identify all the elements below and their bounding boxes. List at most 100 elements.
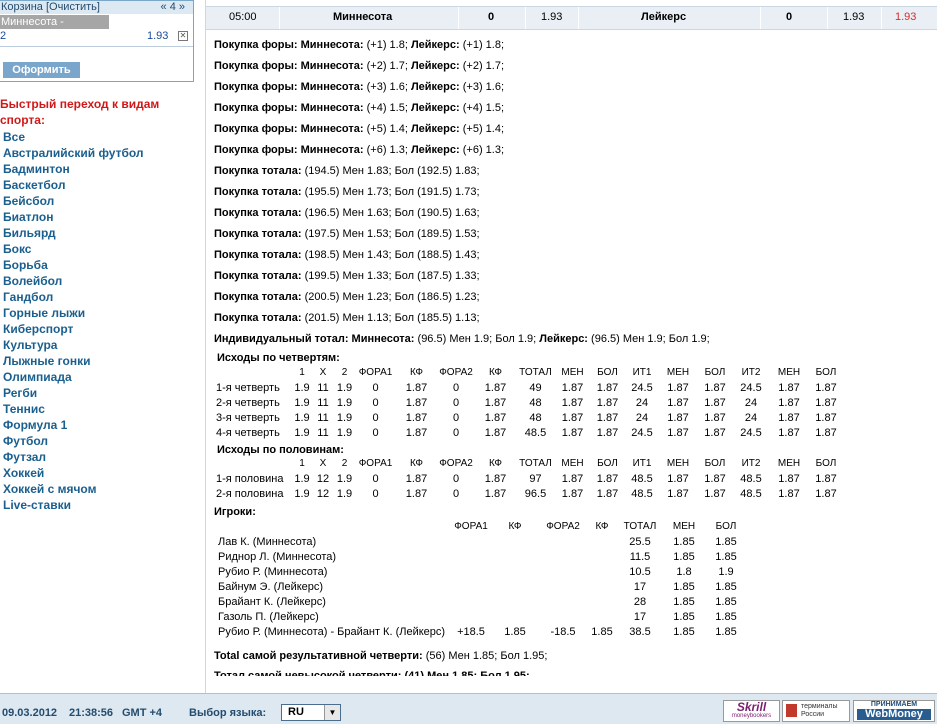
chevron-down-icon[interactable]: ▼ <box>324 705 340 720</box>
bet-line[interactable]: Покупка форы: Миннесота: (+5) 1.4; Лейке… <box>214 121 710 142</box>
odds-cell[interactable]: 12 <box>312 486 334 501</box>
odds-cell[interactable]: 1.85 <box>705 579 747 594</box>
odds-cell[interactable]: 1.87 <box>659 380 697 395</box>
odds-cell[interactable]: 49 <box>516 380 555 395</box>
sport-link[interactable]: Теннис <box>3 401 144 417</box>
odds-cell[interactable]: 1.85 <box>705 549 747 564</box>
odds-cell[interactable]: 1.87 <box>697 395 733 410</box>
odds-cell[interactable]: 1.87 <box>769 380 809 395</box>
bet-slip-pager[interactable]: « 4 » <box>161 1 185 13</box>
bet-line[interactable]: Индивидуальный тотал: Миннесота: (96.5) … <box>214 331 710 352</box>
odds-cell[interactable]: 1.87 <box>590 395 625 410</box>
language-select[interactable]: RU ▼ <box>281 704 341 721</box>
sport-link[interactable]: Хоккей <box>3 465 144 481</box>
bet-line[interactable]: Покупка тотала: (198.5) Мен 1.43; Бол (1… <box>214 247 710 268</box>
odds-cell[interactable]: 11 <box>312 395 334 410</box>
odds-cell[interactable]: 11 <box>312 425 334 440</box>
bet-line[interactable]: Покупка тотала: (200.5) Мен 1.23; Бол (1… <box>214 289 710 310</box>
odds-cell[interactable]: 24.5 <box>733 425 769 440</box>
sport-link[interactable]: Бейсбол <box>3 193 144 209</box>
bet-line[interactable]: Покупка форы: Миннесота: (+1) 1.8; Лейке… <box>214 37 710 58</box>
odds-cell[interactable]: 1.87 <box>697 425 733 440</box>
odds-cell[interactable]: 1.87 <box>809 410 843 425</box>
odds-cell[interactable]: 24 <box>625 395 659 410</box>
odds-cell[interactable]: 1.85 <box>705 609 747 624</box>
odds-cell[interactable]: 1.87 <box>590 380 625 395</box>
odds-cell[interactable]: 1.85 <box>705 594 747 609</box>
sport-link[interactable]: Гандбол <box>3 289 144 305</box>
odds-cell[interactable]: 1.87 <box>659 395 697 410</box>
odds-cell[interactable]: 48.5 <box>625 486 659 501</box>
odds-cell[interactable]: 1.87 <box>475 380 516 395</box>
odds-cell[interactable]: 48 <box>516 395 555 410</box>
odds-cell[interactable]: 0 <box>355 395 396 410</box>
odds-cell[interactable]: 48.5 <box>733 471 769 486</box>
odds-cell[interactable]: 1.87 <box>590 410 625 425</box>
odds-cell[interactable]: 0 <box>355 486 396 501</box>
odds-cell[interactable]: 97 <box>516 471 555 486</box>
sport-link[interactable]: Все <box>3 129 144 145</box>
odds-cell[interactable]: 17 <box>617 609 663 624</box>
sport-link[interactable]: Олимпиада <box>3 369 144 385</box>
odds-cell[interactable]: 1.87 <box>659 425 697 440</box>
odds-cell[interactable]: 1.87 <box>475 395 516 410</box>
odds-cell[interactable]: 24 <box>733 410 769 425</box>
bet-line[interactable]: Покупка тотала: (197.5) Мен 1.53; Бол (1… <box>214 226 710 247</box>
sport-link[interactable]: Культура <box>3 337 144 353</box>
odds-cell[interactable]: 1.9 <box>292 410 312 425</box>
bet-line[interactable]: Покупка форы: Миннесота: (+6) 1.3; Лейке… <box>214 142 710 163</box>
odds-cell[interactable]: 1.9 <box>292 425 312 440</box>
bet-slip-title[interactable]: Корзина [Очистить] <box>1 1 100 13</box>
sport-link[interactable]: Борьба <box>3 257 144 273</box>
odds-cell[interactable]: 1.87 <box>659 410 697 425</box>
odds-cell[interactable]: 0 <box>355 471 396 486</box>
bet-line[interactable]: Покупка форы: Миннесота: (+2) 1.7; Лейке… <box>214 58 710 79</box>
odds-cell[interactable]: 48 <box>516 410 555 425</box>
odds-cell[interactable]: 25.5 <box>617 534 663 549</box>
sport-link[interactable]: Бадминтон <box>3 161 144 177</box>
odds-cell[interactable]: 24.5 <box>625 380 659 395</box>
bet-line[interactable]: Покупка форы: Миннесота: (+4) 1.5; Лейке… <box>214 100 710 121</box>
odds-cell[interactable]: 1.87 <box>555 471 590 486</box>
odds-cell[interactable]: 11.5 <box>617 549 663 564</box>
sport-link[interactable]: Австралийский футбол <box>3 145 144 161</box>
sport-link[interactable]: Футзал <box>3 449 144 465</box>
odds-cell[interactable]: 1.87 <box>697 471 733 486</box>
odds-cell[interactable]: 1.9 <box>292 486 312 501</box>
odds-cell[interactable]: 1.87 <box>555 380 590 395</box>
checkout-button[interactable]: Оформить <box>3 62 80 78</box>
odds-cell[interactable]: 0 <box>437 486 475 501</box>
odds-cell[interactable]: 1.87 <box>475 410 516 425</box>
odds-cell[interactable]: 1.87 <box>396 486 437 501</box>
odds-cell[interactable]: 1.87 <box>590 425 625 440</box>
odds-cell[interactable]: 1.87 <box>769 395 809 410</box>
odds-cell[interactable]: 1.87 <box>659 486 697 501</box>
odds-cell[interactable]: 1.85 <box>663 549 705 564</box>
odds-cell[interactable]: 24.5 <box>733 380 769 395</box>
odds-cell[interactable]: 1.85 <box>587 624 617 639</box>
odds-cell[interactable]: 1.87 <box>590 471 625 486</box>
sport-link[interactable]: Хоккей с мячом <box>3 481 144 497</box>
odds-cell[interactable]: 1.87 <box>475 425 516 440</box>
sport-link[interactable]: Киберспорт <box>3 321 144 337</box>
odds-cell[interactable]: 48.5 <box>625 471 659 486</box>
odds-cell[interactable]: 1.87 <box>809 395 843 410</box>
odds-cell[interactable]: 0 <box>437 395 475 410</box>
odds-cell[interactable]: 1.87 <box>396 380 437 395</box>
odds-cell[interactable]: 1.87 <box>659 471 697 486</box>
bet-line[interactable]: Покупка тотала: (201.5) Мен 1.13; Бол (1… <box>214 310 710 331</box>
odds-cell[interactable]: 96.5 <box>516 486 555 501</box>
odds-cell[interactable]: 11 <box>312 380 334 395</box>
odds-cell[interactable]: 1.87 <box>697 410 733 425</box>
skrill-logo[interactable]: Skrill moneybookers <box>723 700 780 722</box>
odds-cell[interactable]: 48.5 <box>733 486 769 501</box>
odds-cell[interactable]: 38.5 <box>617 624 663 639</box>
sport-link[interactable]: Регби <box>3 385 144 401</box>
bet-line[interactable]: Покупка тотала: (195.5) Мен 1.73; Бол (1… <box>214 184 710 205</box>
odds-cell[interactable]: +18.5 <box>451 624 491 639</box>
odds-cell[interactable]: 1.87 <box>769 410 809 425</box>
sport-link[interactable]: Live-ставки <box>3 497 144 513</box>
bet-line[interactable]: Покупка тотала: (194.5) Мен 1.83; Бол (1… <box>214 163 710 184</box>
odds-cell[interactable]: 1.87 <box>769 471 809 486</box>
odds-cell[interactable]: 1.9 <box>292 395 312 410</box>
